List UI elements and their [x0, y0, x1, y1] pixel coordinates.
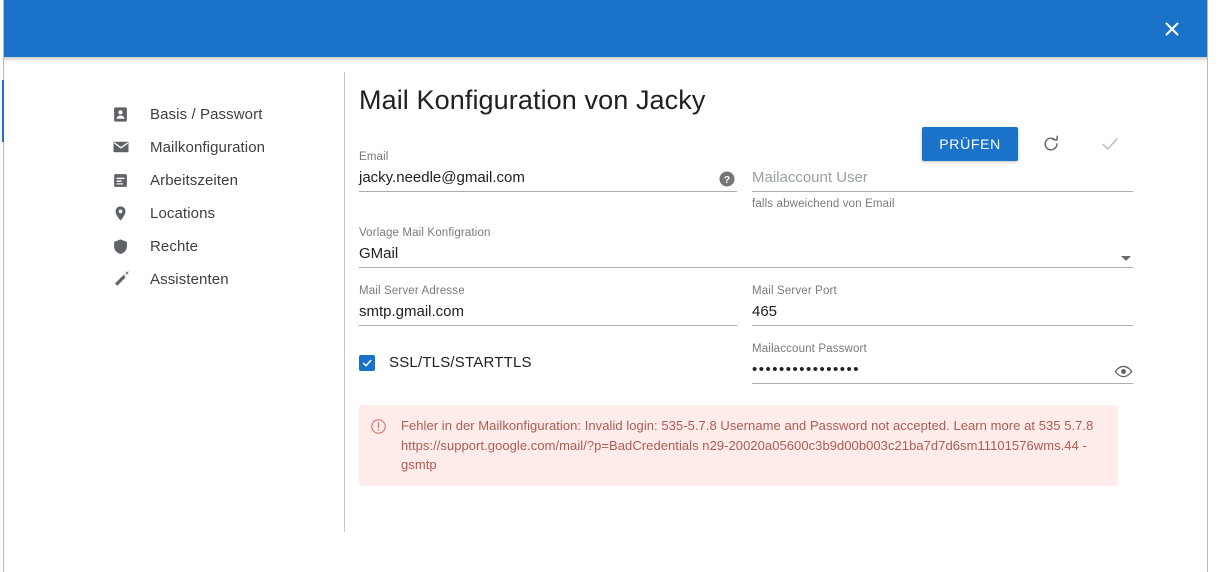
vorlage-field-group: Vorlage Mail Konfigration GMail: [359, 227, 1133, 268]
sidebar-item-arbeitszeiten[interactable]: Arbeitszeiten: [112, 164, 342, 196]
error-circle-icon: [369, 417, 387, 435]
sidebar-item-label: Assistenten: [150, 270, 229, 288]
chevron-down-icon[interactable]: [1121, 256, 1131, 261]
vorlage-value: GMail: [359, 245, 399, 262]
mailaccount-user-input[interactable]: Mailaccount User: [752, 167, 1133, 192]
reload-icon[interactable]: [1037, 130, 1065, 158]
pruefen-button[interactable]: PRÜFEN: [922, 127, 1018, 161]
sidebar-item-locations[interactable]: Locations: [112, 197, 342, 229]
email-field-group: Email jacky.needle@gmail.com ?: [359, 151, 737, 192]
server-port-value: 465: [752, 303, 778, 320]
server-port-field-group: Mail Server Port 465: [752, 285, 1133, 326]
sidebar-item-label: Arbeitszeiten: [150, 171, 239, 189]
password-input[interactable]: ••••••••••••••••: [752, 359, 1133, 384]
sidebar-item-label: Rechte: [150, 237, 199, 255]
email-label: Email: [359, 151, 389, 163]
email-value: jacky.needle@gmail.com: [359, 169, 525, 186]
server-address-field-group: Mail Server Adresse smtp.gmail.com: [359, 285, 737, 326]
timesheet-icon: [112, 172, 136, 189]
password-label: Mailaccount Passwort: [752, 343, 867, 355]
help-icon[interactable]: ?: [717, 169, 737, 189]
sidebar-nav-list: Basis / Passwort Mailkonfiguration Arbei…: [112, 98, 342, 296]
sidebar-item-label: Locations: [150, 204, 216, 222]
server-port-label: Mail Server Port: [752, 285, 837, 297]
server-address-input[interactable]: smtp.gmail.com: [359, 301, 737, 326]
email-input[interactable]: jacky.needle@gmail.com ?: [359, 167, 737, 192]
magic-wand-icon: [112, 270, 136, 288]
dialog-window: Basis / Passwort Mailkonfiguration Arbei…: [0, 0, 1228, 572]
ssl-checkbox-label: SSL/TLS/STARTTLS: [389, 354, 532, 371]
checkbox-checked-icon: [359, 354, 375, 371]
error-banner: Fehler in der Mailkonfiguration: Invalid…: [359, 405, 1118, 486]
sidebar-item-label: Mailkonfiguration: [150, 138, 266, 156]
sidebar-item-mailkonfiguration[interactable]: Mailkonfiguration: [112, 131, 342, 163]
checkmark-icon[interactable]: [1096, 130, 1124, 158]
sidebar-item-label: Basis / Passwort: [150, 105, 263, 123]
vorlage-select[interactable]: GMail: [359, 243, 1133, 268]
password-field-group: Mailaccount Passwort ••••••••••••••••: [752, 343, 1133, 384]
sidebar-item-assistenten[interactable]: Assistenten: [112, 263, 342, 295]
close-icon[interactable]: [1157, 14, 1187, 44]
mailaccount-user-hint: falls abweichend von Email: [752, 198, 895, 210]
server-address-label: Mail Server Adresse: [359, 285, 465, 297]
sidebar-item-basis-passwort[interactable]: Basis / Passwort: [112, 98, 342, 130]
ssl-tls-starttls-checkbox[interactable]: SSL/TLS/STARTTLS: [359, 354, 532, 371]
vorlage-label: Vorlage Mail Konfigration: [359, 227, 491, 239]
error-message-line2: https://support.google.com/mail/?p=BadCr…: [401, 437, 1087, 473]
mail-configuration-panel: Mail Konfiguration von Jacky Email jacky…: [345, 62, 1207, 572]
server-address-value: smtp.gmail.com: [359, 303, 465, 320]
shield-icon: [112, 238, 136, 255]
dialog-titlebar: [4, 0, 1207, 57]
eye-icon[interactable]: [1113, 361, 1133, 381]
envelope-icon: [112, 138, 136, 156]
sidebar-item-rechte[interactable]: Rechte: [112, 230, 342, 262]
password-value: ••••••••••••••••: [752, 361, 861, 378]
error-message-line1: Fehler in der Mailkonfiguration: Invalid…: [401, 418, 1094, 433]
page-right-margin: [1208, 0, 1228, 572]
error-message: Fehler in der Mailkonfiguration: Invalid…: [401, 416, 1106, 475]
server-port-input[interactable]: 465: [752, 301, 1133, 326]
svg-text:?: ?: [724, 174, 730, 186]
mailaccount-user-placeholder: Mailaccount User: [752, 169, 868, 186]
footer-actions: [359, 494, 1144, 542]
map-pin-icon: [112, 205, 136, 222]
settings-sidebar: Basis / Passwort Mailkonfiguration Arbei…: [4, 62, 344, 572]
page-title: Mail Konfiguration von Jacky: [359, 85, 706, 115]
person-badge-icon: [112, 106, 136, 123]
